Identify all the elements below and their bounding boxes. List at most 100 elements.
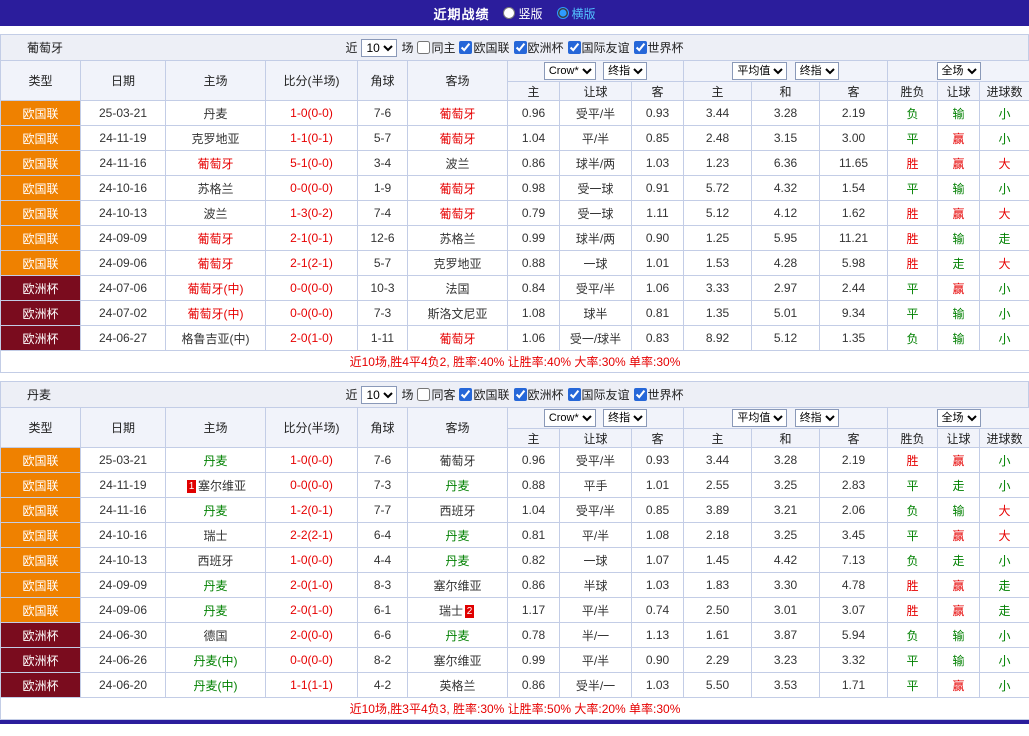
league-type-cell: 欧国联: [1, 251, 81, 276]
league-option-nations[interactable]: 欧国联: [459, 39, 509, 56]
friendly-checkbox[interactable]: [568, 388, 581, 401]
nations-league-checkbox[interactable]: [459, 388, 472, 401]
eu-draw-odds: 3.28: [752, 101, 820, 126]
away-team: 塞尔维亚: [408, 648, 508, 673]
home-team: 瑞士: [166, 523, 266, 548]
eu-away-odds: 1.54: [820, 176, 888, 201]
ah-line: 球半: [560, 301, 632, 326]
league-option-euro[interactable]: 欧洲杯: [514, 386, 564, 403]
euro-cup-checkbox[interactable]: [514, 41, 527, 54]
league-option-friendly[interactable]: 国际友谊: [568, 386, 630, 403]
sub-handicap: 让球: [938, 82, 980, 101]
same-venue-checkbox[interactable]: [417, 388, 430, 401]
sub-goals: 进球数: [980, 429, 1029, 448]
team-name: 西班牙: [197, 554, 233, 568]
friendly-checkbox[interactable]: [568, 41, 581, 54]
result-outcome: 平: [888, 301, 938, 326]
team-name: 葡萄牙: [439, 132, 475, 146]
ah-final-odds-select[interactable]: 终指: [603, 62, 647, 80]
eu-draw-odds: 6.36: [752, 151, 820, 176]
match-row: 欧国联24-09-09葡萄牙2-1(0-1)12-6苏格兰0.99球半/两0.9…: [1, 226, 1029, 251]
ah-line: 受平/半: [560, 448, 632, 473]
eu-away-odds: 2.44: [820, 276, 888, 301]
result-handicap: 输: [938, 498, 980, 523]
result-outcome: 平: [888, 648, 938, 673]
eu-average-select[interactable]: 平均值: [732, 62, 787, 80]
vertical-layout-radio[interactable]: [503, 7, 515, 19]
recent-count-select[interactable]: 10: [361, 386, 397, 404]
ah-away-odds: 0.81: [632, 301, 684, 326]
home-team: 葡萄牙(中): [166, 276, 266, 301]
match-date: 24-10-16: [81, 523, 166, 548]
col-date: 日期: [81, 408, 166, 448]
result-handicap: 赢: [938, 126, 980, 151]
result-goals: 大: [980, 251, 1029, 276]
same-venue-option[interactable]: 同主: [417, 39, 455, 56]
match-scope-select[interactable]: 全场: [937, 409, 981, 427]
same-venue-checkbox[interactable]: [417, 41, 430, 54]
recent-count-select[interactable]: 10: [361, 39, 397, 57]
red-card-badge: 1: [187, 480, 196, 493]
match-score: 2-1(0-1): [266, 226, 358, 251]
eu-draw-odds: 3.30: [752, 573, 820, 598]
eu-average-select[interactable]: 平均值: [732, 409, 787, 427]
match-score: 2-0(1-0): [266, 598, 358, 623]
worldcup-checkbox[interactable]: [634, 388, 647, 401]
home-team: 丹麦(中): [166, 673, 266, 698]
bookmaker-select[interactable]: Crow*: [544, 409, 596, 427]
sub-eu-away: 客: [820, 82, 888, 101]
sub-goals: 进球数: [980, 82, 1029, 101]
ah-final-odds-select[interactable]: 终指: [603, 409, 647, 427]
league-type-cell: 欧国联: [1, 176, 81, 201]
match-scope-select[interactable]: 全场: [937, 62, 981, 80]
eu-final-odds-select[interactable]: 终指: [795, 409, 839, 427]
league-option-nations[interactable]: 欧国联: [459, 386, 509, 403]
result-goals: 大: [980, 498, 1029, 523]
eu-final-odds-select[interactable]: 终指: [795, 62, 839, 80]
home-team: 丹麦(中): [166, 648, 266, 673]
team-name: 葡萄牙: [197, 232, 233, 246]
result-handicap: 赢: [938, 573, 980, 598]
away-team: 斯洛文尼亚: [408, 301, 508, 326]
corner-count: 3-4: [358, 151, 408, 176]
eu-draw-odds: 3.25: [752, 473, 820, 498]
eu-draw-odds: 5.95: [752, 226, 820, 251]
eu-away-odds: 3.00: [820, 126, 888, 151]
match-date: 24-09-06: [81, 598, 166, 623]
worldcup-checkbox[interactable]: [634, 41, 647, 54]
eu-home-odds: 1.25: [684, 226, 752, 251]
nations-league-checkbox[interactable]: [459, 41, 472, 54]
results-table: 类型 日期 主场 比分(半场) 角球 客场 Crow* 终指 平均值 终指 全场: [0, 407, 1029, 720]
eu-draw-odds: 3.25: [752, 523, 820, 548]
league-type-cell: 欧洲杯: [1, 648, 81, 673]
away-team: 丹麦: [408, 623, 508, 648]
away-team: 葡萄牙: [408, 326, 508, 351]
eu-home-odds: 2.50: [684, 598, 752, 623]
scope-select-group: 全场: [888, 408, 1029, 429]
euro-cup-checkbox[interactable]: [514, 388, 527, 401]
result-goals: 小: [980, 623, 1029, 648]
home-team: 葡萄牙: [166, 226, 266, 251]
section-portugal: 葡萄牙 近 10 场 同主 欧国联 欧洲杯 国际友谊 世界杯 类型 日期 主场 …: [0, 34, 1029, 373]
section-header: 丹麦 近 10 场 同客 欧国联 欧洲杯 国际友谊 世界杯: [0, 381, 1029, 407]
same-venue-option[interactable]: 同客: [417, 386, 455, 403]
ah-line: 平/半: [560, 523, 632, 548]
summary-text: 近10场,胜4平4负2, 胜率:40% 让胜率:40% 大率:30% 单率:30…: [1, 351, 1029, 373]
result-outcome: 胜: [888, 251, 938, 276]
result-handicap: 赢: [938, 201, 980, 226]
vertical-layout-option[interactable]: 竖版: [503, 5, 542, 22]
sub-eu-home: 主: [684, 82, 752, 101]
eu-home-odds: 1.53: [684, 251, 752, 276]
bookmaker-select[interactable]: Crow*: [544, 62, 596, 80]
team-name: 苏格兰: [439, 232, 475, 246]
horizontal-layout-option[interactable]: 横版: [557, 5, 596, 22]
team-name: 葡萄牙: [439, 207, 475, 221]
sub-eu-draw: 和: [752, 429, 820, 448]
league-option-euro[interactable]: 欧洲杯: [514, 39, 564, 56]
match-date: 24-06-20: [81, 673, 166, 698]
league-option-worldcup[interactable]: 世界杯: [634, 386, 684, 403]
league-option-friendly[interactable]: 国际友谊: [568, 39, 630, 56]
ah-home-odds: 1.17: [508, 598, 560, 623]
league-option-worldcup[interactable]: 世界杯: [634, 39, 684, 56]
horizontal-layout-radio[interactable]: [557, 7, 569, 19]
